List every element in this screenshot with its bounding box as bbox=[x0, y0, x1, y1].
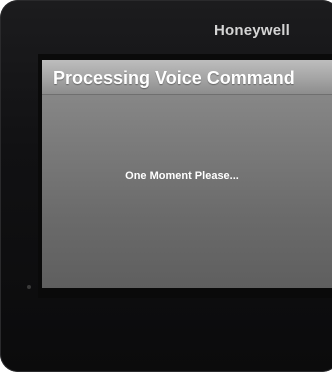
screen-header: Processing Voice Command bbox=[42, 60, 332, 95]
display-screen: Processing Voice Command One Moment Plea… bbox=[42, 60, 332, 288]
brand-logo: Honeywell bbox=[214, 22, 290, 39]
bezel-indicator bbox=[27, 285, 31, 289]
thermostat-device: Honeywell Processing Voice Command One M… bbox=[0, 0, 332, 372]
screen-title: Processing Voice Command bbox=[53, 68, 295, 88]
status-message: One Moment Please... bbox=[125, 170, 239, 182]
